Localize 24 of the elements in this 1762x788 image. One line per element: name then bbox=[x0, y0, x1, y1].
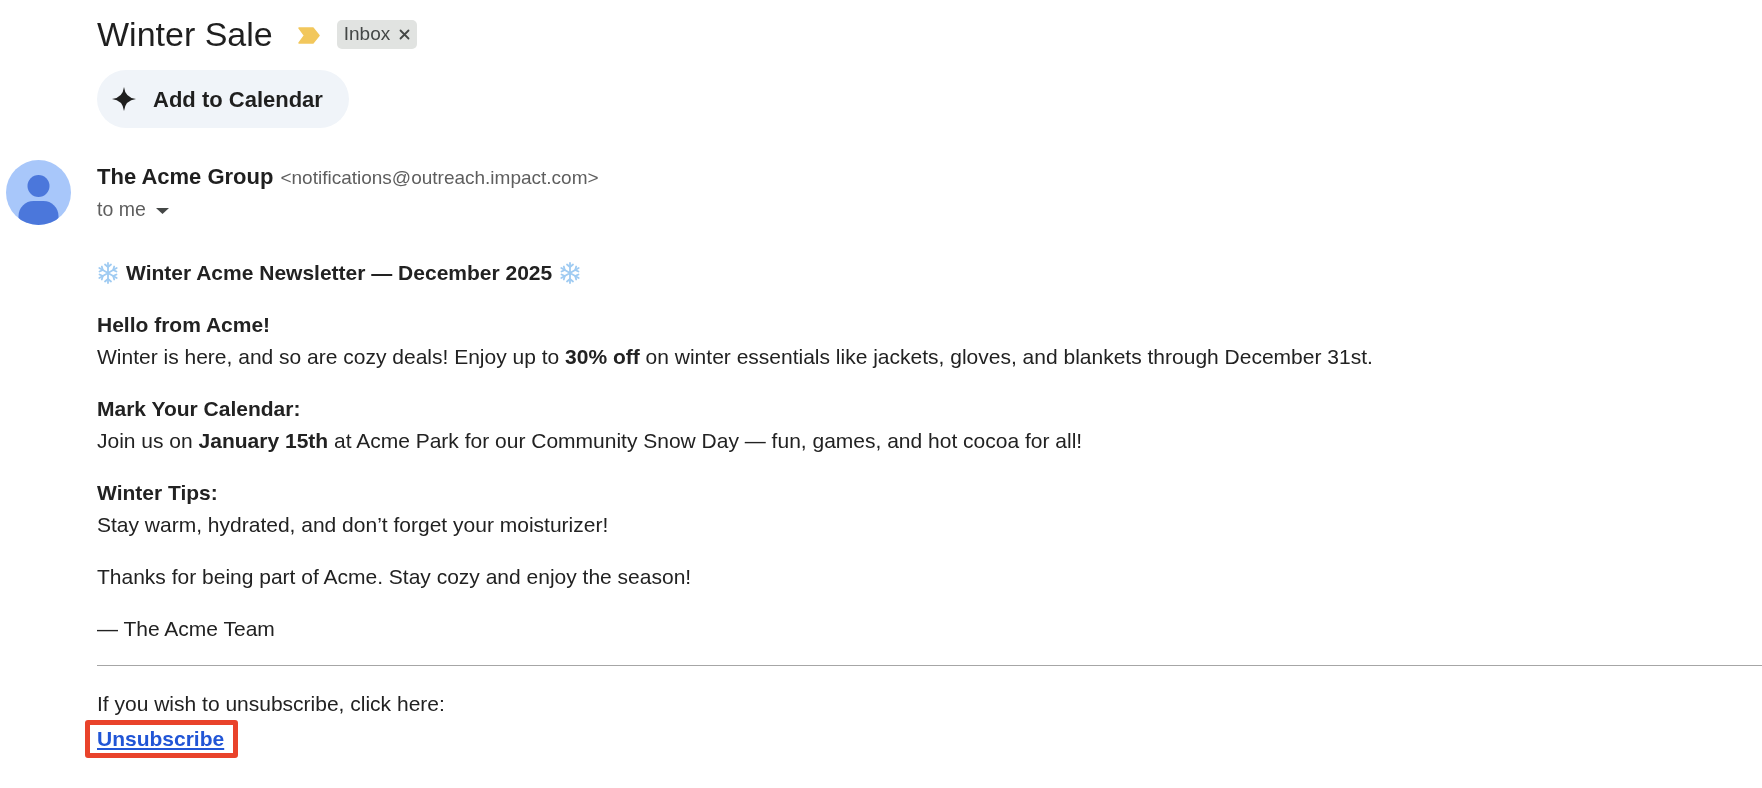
subject-title: Winter Sale bbox=[97, 14, 273, 54]
sparkle-icon bbox=[112, 87, 136, 111]
close-icon[interactable] bbox=[399, 28, 411, 40]
section-heading: Mark Your Calendar: bbox=[97, 396, 301, 422]
sender-name: The Acme Group bbox=[97, 163, 274, 191]
recipient-dropdown[interactable]: to me bbox=[97, 194, 169, 226]
newsletter-heading: Winter Acme Newsletter — December 2025 bbox=[126, 260, 553, 286]
snowflake-icon bbox=[97, 262, 119, 284]
paragraph: Join us on January 15th at Acme Park for our Community Snow Day — fun, games, and hot cocoa for all! bbox=[97, 428, 1083, 454]
caret-icon bbox=[155, 208, 169, 214]
unsubscribe-link[interactable]: Unsubscribe bbox=[97, 724, 225, 753]
avatar-icon bbox=[6, 160, 71, 225]
snowflake-icon bbox=[559, 262, 582, 284]
paragraph: Winter is here, and so are cozy deals! Enjoy up to 30% off on winter essentials like jackets, gloves, and blankets through December 31st. bbox=[97, 344, 1373, 370]
section-heading: Winter Tips: bbox=[97, 480, 218, 506]
unsubscribe-prompt: If you wish to unsubscribe, click here: bbox=[97, 691, 445, 717]
paragraph: Stay warm, hydrated, and don’t forget your moisturizer! bbox=[97, 512, 609, 538]
add-to-calendar-button[interactable]: Add to Calendar bbox=[97, 70, 349, 128]
signature: — The Acme Team bbox=[97, 616, 275, 642]
paragraph: Thanks for being part of Acme. Stay cozy and enjoy the season! bbox=[97, 564, 692, 590]
section-heading: Hello from Acme! bbox=[97, 312, 271, 338]
importance-marker-icon[interactable] bbox=[297, 26, 320, 44]
label-name: Inbox bbox=[343, 22, 391, 46]
sender-email: <notifications@outreach.impact.com> bbox=[280, 166, 599, 190]
